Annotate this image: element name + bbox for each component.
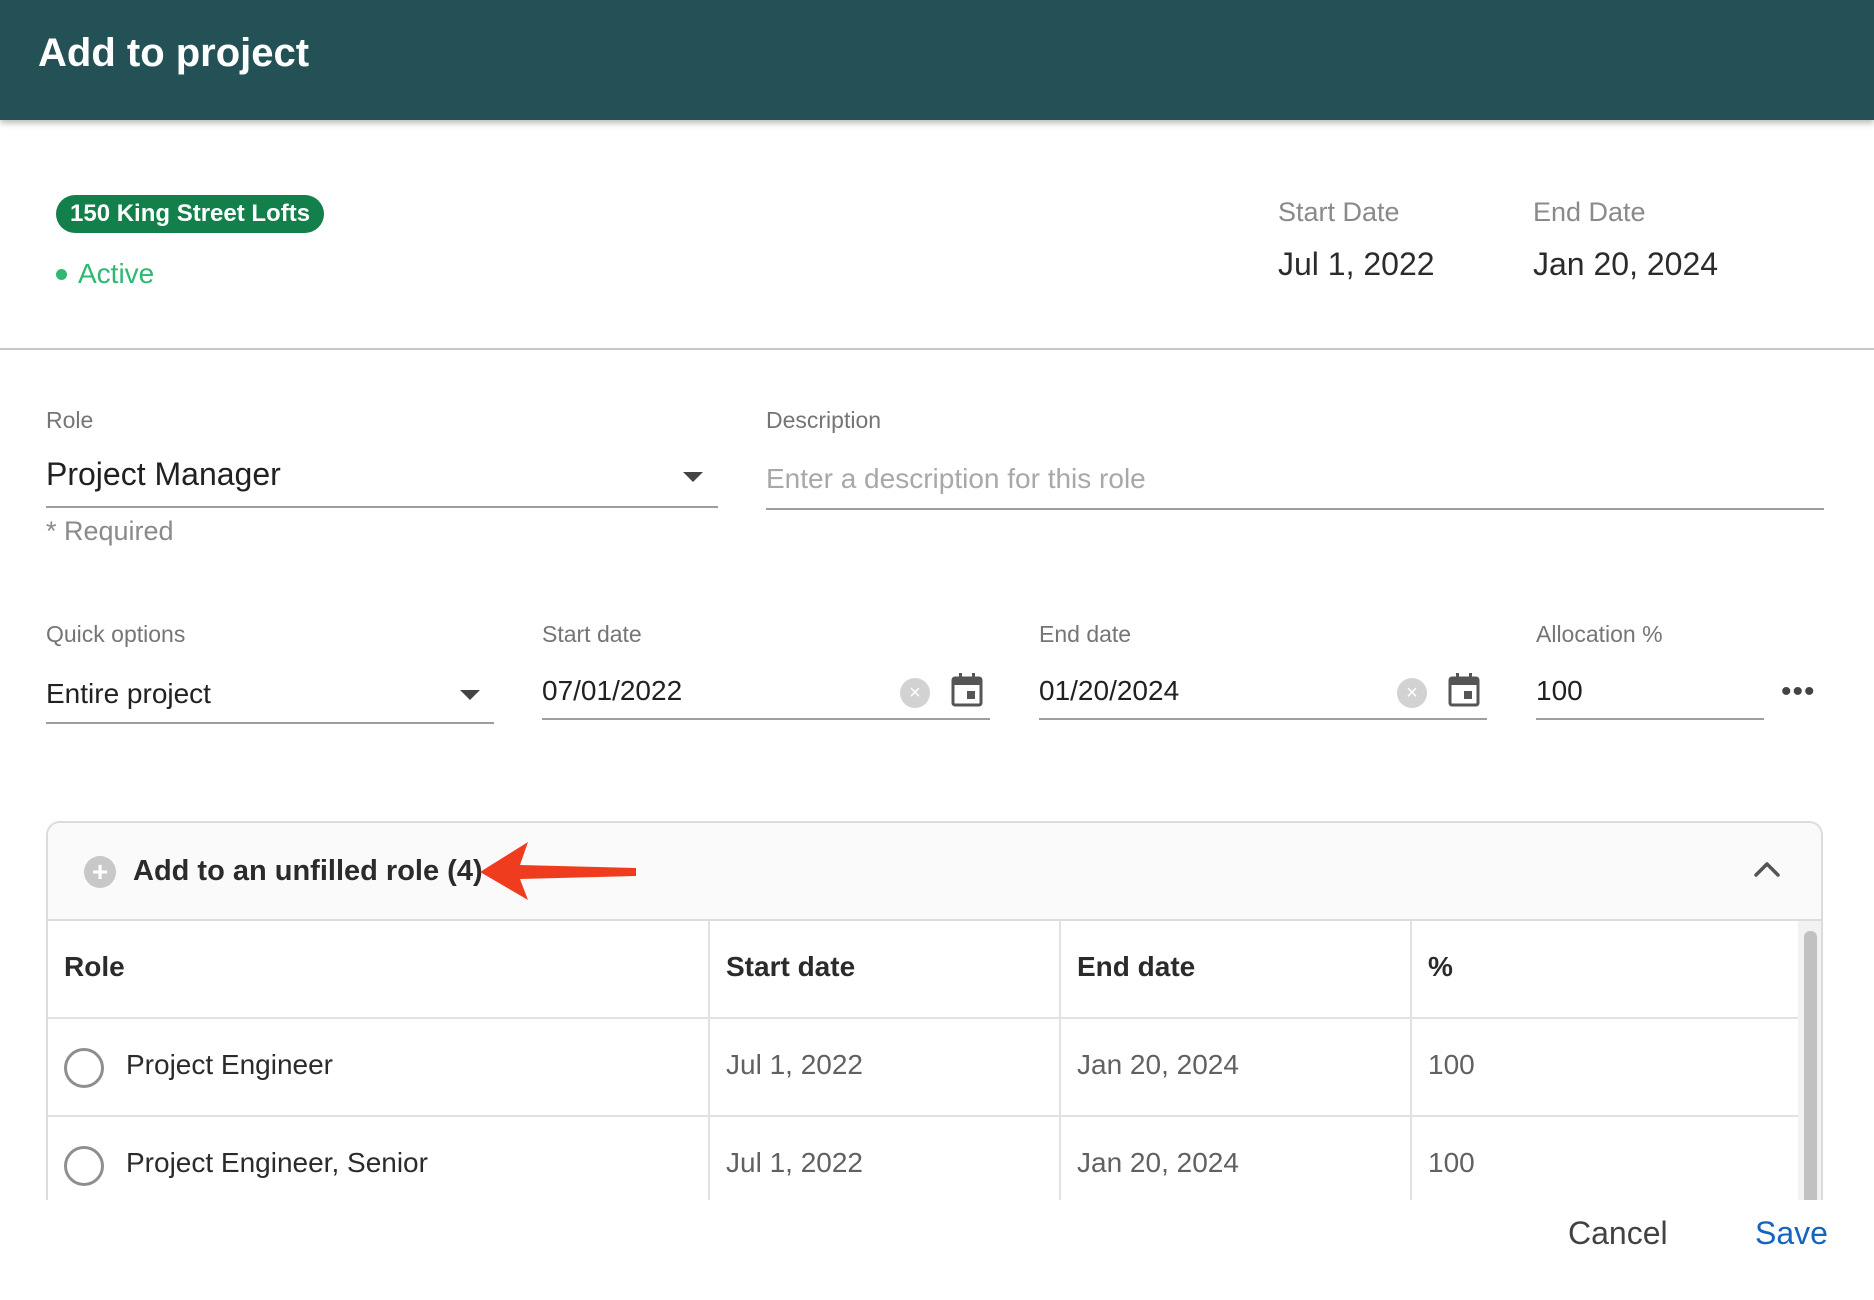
- start-date-label: Start date: [542, 621, 642, 647]
- project-start-value: Jul 1, 2022: [1278, 246, 1435, 282]
- quick-options-underline: [46, 722, 494, 724]
- role-underline: [46, 506, 718, 508]
- select-radio[interactable]: [64, 1048, 104, 1088]
- end-cell: Jan 20, 2024: [1061, 1019, 1412, 1117]
- end-date-calendar-icon[interactable]: [1448, 673, 1480, 707]
- select-radio[interactable]: [64, 1146, 104, 1186]
- section-divider: [0, 348, 1874, 350]
- quick-options-label: Quick options: [46, 621, 186, 647]
- col-end-header: End date: [1061, 921, 1412, 1019]
- end-date-underline: [1039, 718, 1487, 720]
- table-row[interactable]: Project Engineer Jul 1, 2022 Jan 20, 202…: [48, 1019, 1798, 1117]
- dropdown-caret-icon: [460, 690, 480, 700]
- annotation-arrow-icon: [480, 842, 636, 900]
- allocation-input[interactable]: 100: [1536, 675, 1762, 715]
- col-pct-header: %: [1412, 921, 1798, 1019]
- role-required-helper: * Required: [46, 516, 174, 546]
- row-role: Project Engineer, Senior: [126, 1147, 428, 1178]
- start-date-clear-icon[interactable]: ×: [900, 678, 930, 708]
- end-date-input[interactable]: 01/20/2024: [1039, 675, 1369, 715]
- row-start: Jul 1, 2022: [726, 1147, 863, 1178]
- col-role-header: Role: [48, 921, 710, 1019]
- start-date-calendar-icon[interactable]: [951, 673, 983, 707]
- allocation-label: Allocation %: [1536, 621, 1663, 647]
- chevron-up-icon[interactable]: [1753, 859, 1781, 879]
- table-header-row: Role Start date End date %: [48, 921, 1798, 1019]
- end-date-clear-icon[interactable]: ×: [1397, 678, 1427, 708]
- col-pct-label: %: [1428, 951, 1453, 982]
- unfilled-roles-panel: + Add to an unfilled role (4) Role Start…: [46, 821, 1823, 1261]
- row-pct: 100: [1428, 1049, 1475, 1080]
- row-start: Jul 1, 2022: [726, 1049, 863, 1080]
- col-role-label: Role: [64, 951, 125, 982]
- quick-options-value: Entire project: [46, 678, 211, 709]
- row-pct: 100: [1428, 1147, 1475, 1178]
- start-date-input[interactable]: 07/01/2022: [542, 675, 872, 715]
- status-text: Active: [78, 258, 155, 289]
- description-underline: [766, 508, 1824, 510]
- quick-options-select[interactable]: Entire project: [46, 672, 494, 722]
- start-date-underline: [542, 718, 990, 720]
- description-label: Description: [766, 407, 882, 433]
- status-dot-icon: [56, 268, 67, 280]
- save-button[interactable]: Save: [1755, 1215, 1828, 1252]
- pct-cell: 100: [1412, 1019, 1798, 1117]
- col-end-label: End date: [1077, 951, 1196, 982]
- project-end-label: End Date: [1533, 197, 1646, 227]
- description-input[interactable]: Enter a description for this role: [766, 463, 1824, 505]
- role-label: Role: [46, 407, 94, 433]
- col-start-label: Start date: [726, 951, 856, 982]
- allocation-underline: [1536, 718, 1764, 720]
- project-start-label: Start Date: [1278, 197, 1400, 227]
- end-date-label: End date: [1039, 621, 1132, 647]
- role-select[interactable]: Project Manager: [46, 448, 718, 508]
- project-name-chip: 150 King Street Lofts: [56, 195, 325, 233]
- role-cell: Project Engineer: [48, 1019, 710, 1117]
- unfilled-roles-header[interactable]: + Add to an unfilled role (4): [48, 823, 1821, 921]
- project-status: Active: [56, 258, 154, 290]
- row-end: Jan 20, 2024: [1077, 1049, 1239, 1080]
- add-to-project-dialog: Add to project 150 King Street Lofts Act…: [0, 0, 1874, 1300]
- unfilled-roles-table: Role Start date End date % Project Engin…: [48, 921, 1798, 1215]
- col-start-header: Start date: [710, 921, 1061, 1019]
- row-role: Project Engineer: [126, 1049, 334, 1080]
- dialog-header: Add to project: [0, 0, 1874, 120]
- row-end: Jan 20, 2024: [1077, 1147, 1239, 1178]
- start-cell: Jul 1, 2022: [710, 1019, 1061, 1117]
- dropdown-caret-icon: [683, 472, 703, 482]
- cancel-button[interactable]: Cancel: [1568, 1215, 1668, 1252]
- dialog-title: Add to project: [38, 31, 310, 75]
- more-horizontal-icon[interactable]: •••: [1781, 677, 1816, 707]
- unfilled-roles-title: Add to an unfilled role (4): [133, 855, 483, 887]
- dialog-footer: Cancel Save: [0, 1200, 1874, 1300]
- plus-circle-icon: +: [84, 856, 116, 888]
- project-end-value: Jan 20, 2024: [1533, 246, 1719, 282]
- role-value: Project Manager: [46, 456, 281, 492]
